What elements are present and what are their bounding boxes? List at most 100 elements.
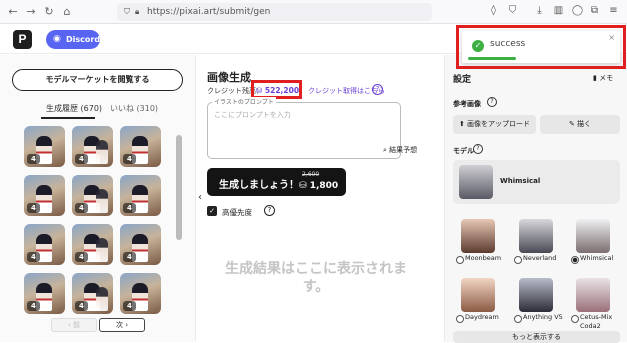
history-thumb[interactable]: 4	[72, 175, 113, 216]
upload-image-button[interactable]: ⬆ 画像をアップロード	[453, 115, 536, 134]
model-option[interactable]: Neverland	[514, 219, 560, 271]
account-icon[interactable]: ◯	[571, 5, 584, 16]
model-radio[interactable]	[571, 315, 579, 323]
collapse-panel-icon[interactable]: ‹	[198, 192, 202, 203]
history-thumb[interactable]: 4	[24, 126, 65, 167]
credit-coin-icon: ⛁	[256, 86, 265, 95]
cost-value: 1,800	[309, 181, 339, 191]
draw-button[interactable]: ✎ 描く	[540, 115, 620, 134]
selected-model-card[interactable]: Whimsical	[453, 160, 620, 204]
lock-icon: 🔒︎	[135, 7, 140, 16]
extensions-icon[interactable]: ⧉	[588, 5, 601, 16]
history-thumb[interactable]: 4	[24, 175, 65, 216]
image-count-badge: 4	[27, 301, 40, 311]
prompt-label: イラストのプロンプト	[212, 97, 276, 106]
image-count-badge: 4	[27, 203, 40, 213]
image-count-badge: 4	[123, 252, 136, 262]
url-text: https://pixai.art/submit/gen	[147, 7, 271, 17]
model-option[interactable]: Whimsical	[571, 219, 617, 271]
download-icon[interactable]: ⤓	[533, 5, 546, 16]
model-option[interactable]: Cetus-Mix Coda2	[571, 278, 617, 330]
pocket-icon[interactable]: ◊	[487, 5, 500, 16]
priority-checkbox[interactable]: ✓	[207, 206, 217, 216]
close-icon[interactable]: ×	[608, 33, 615, 42]
model-option[interactable]: Daydream	[456, 278, 502, 330]
pixai-logo[interactable]: P	[13, 30, 32, 49]
image-count-badge: 4	[123, 301, 136, 311]
upload-icon: ⬆	[458, 120, 468, 128]
model-radio[interactable]	[514, 256, 522, 264]
credit-value: 522,200	[264, 86, 300, 95]
help-icon[interactable]: ?	[473, 144, 483, 154]
history-panel: モデルマーケットを閲覧する 生成履歴 (670) いいね (310) 4 4 4…	[0, 55, 196, 342]
history-thumb[interactable]: 4	[120, 126, 161, 167]
model-name: Cetus-Mix Coda2	[580, 313, 613, 330]
model-radio[interactable]	[456, 315, 464, 323]
generate-cost: ⛁ 1,800	[299, 181, 338, 191]
history-scrollbar[interactable]	[176, 135, 182, 240]
predict-button[interactable]: ⌕ 結果予想	[383, 145, 417, 155]
upload-label: 画像をアップロード	[467, 120, 531, 128]
model-thumbnail	[519, 278, 553, 312]
tab-history[interactable]: 生成履歴 (670)	[46, 103, 102, 114]
history-thumb[interactable]: 4	[24, 273, 65, 314]
model-market-button[interactable]: モデルマーケットを閲覧する	[12, 69, 183, 91]
help-icon[interactable]: ?	[487, 97, 497, 107]
model-name: Daydream	[465, 313, 499, 321]
forward-icon[interactable]: →	[24, 4, 38, 20]
history-thumb[interactable]: 4	[72, 224, 113, 265]
predict-label: 結果予想	[389, 146, 418, 154]
model-thumbnail	[519, 219, 553, 253]
model-thumbnail	[576, 278, 610, 312]
discord-button[interactable]: ◉ Discord	[46, 30, 100, 49]
history-thumb[interactable]: 4	[120, 224, 161, 265]
help-icon[interactable]: ?	[372, 84, 383, 95]
image-count-badge: 4	[123, 154, 136, 164]
history-thumb[interactable]: 4	[72, 126, 113, 167]
reload-icon[interactable]: ↻	[42, 4, 56, 20]
discord-label: Discord	[66, 35, 101, 44]
model-thumbnail	[459, 165, 493, 199]
page-title: 画像生成	[207, 71, 251, 84]
generate-button[interactable]: 生成しましょう！ 2,600 ⛁ 1,800	[207, 168, 346, 196]
image-count-badge: 4	[27, 154, 40, 164]
image-count-badge: 4	[27, 252, 40, 262]
model-radio[interactable]	[456, 256, 464, 264]
model-label: モデル	[453, 147, 474, 155]
address-bar[interactable]: ⛉ 🔒︎ https://pixai.art/submit/gen	[117, 3, 432, 21]
toast-message: success	[490, 39, 526, 49]
next-page-button[interactable]: 次 ›	[99, 318, 145, 332]
settings-title: 設定	[453, 75, 472, 85]
memo-label: メモ	[599, 74, 614, 82]
model-radio[interactable]	[514, 315, 522, 323]
image-count-badge: 4	[75, 301, 88, 311]
history-thumb[interactable]: 4	[120, 273, 161, 314]
shield-icon[interactable]: ⛉	[506, 5, 519, 16]
prev-page-button[interactable]: ‹ 前	[51, 318, 97, 332]
history-thumb[interactable]: 4	[24, 224, 65, 265]
history-thumb[interactable]: 4	[72, 273, 113, 314]
tab-likes[interactable]: いいね (310)	[110, 103, 158, 114]
back-icon[interactable]: ←	[6, 4, 20, 20]
model-option[interactable]: Moonbeam	[456, 219, 502, 271]
toast-progress-bar	[468, 57, 516, 60]
history-thumb[interactable]: 4	[120, 175, 161, 216]
priority-label: 高優先度	[222, 208, 252, 217]
show-more-button[interactable]: もっと表示する	[453, 331, 620, 343]
model-option[interactable]: Anything V5	[514, 278, 563, 330]
draw-label: 描く	[577, 120, 592, 128]
memo-button[interactable]: ▮ メモ	[593, 73, 613, 83]
coin-icon: ⛁	[299, 181, 310, 191]
menu-icon[interactable]: ≡	[607, 5, 620, 16]
model-radio-selected[interactable]	[571, 256, 579, 264]
model-name: Moonbeam	[465, 254, 502, 262]
generate-label: 生成しましょう！	[219, 180, 299, 191]
model-name: Whimsical	[580, 254, 614, 262]
check-circle-icon: ✓	[472, 40, 484, 52]
help-icon[interactable]: ?	[264, 205, 275, 216]
image-count-badge: 4	[75, 252, 88, 262]
library-icon[interactable]: ▥	[552, 5, 565, 16]
model-thumbnail	[576, 219, 610, 253]
result-placeholder: 生成結果はここに表示されます。	[225, 261, 407, 295]
home-icon[interactable]: ⌂	[60, 4, 74, 20]
